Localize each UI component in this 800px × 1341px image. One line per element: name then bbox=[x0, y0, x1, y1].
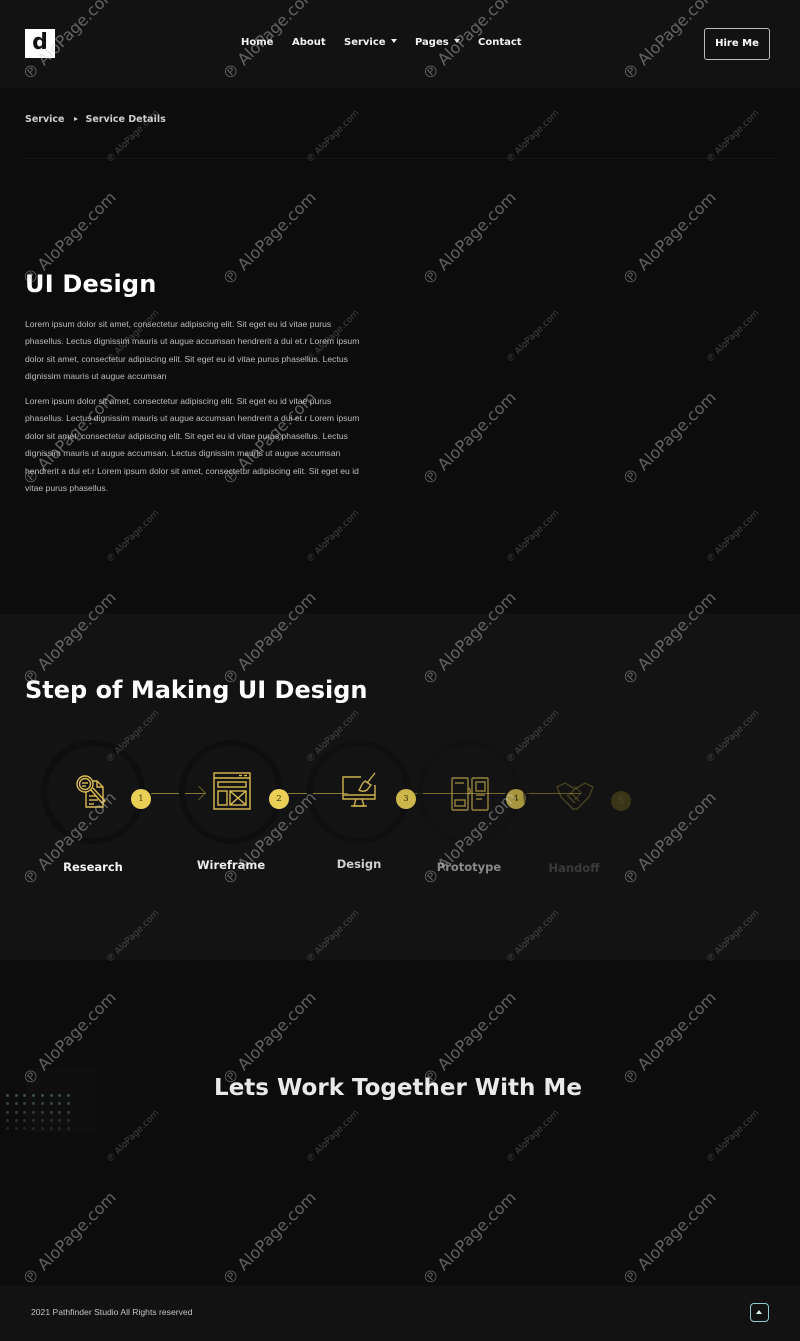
hire-me-button[interactable]: Hire Me bbox=[704, 28, 770, 60]
step-number-badge: 2 bbox=[269, 789, 289, 809]
decorative-dot bbox=[49, 1102, 53, 1106]
decorative-dot bbox=[23, 1102, 27, 1106]
wireframe-layout-icon bbox=[213, 772, 251, 810]
step-number-badge: 5 bbox=[611, 791, 631, 811]
decorative-dot bbox=[6, 1110, 9, 1114]
chevron-down-icon bbox=[453, 39, 460, 43]
decorative-dot bbox=[66, 1102, 70, 1106]
back-to-top-button[interactable] bbox=[750, 1303, 769, 1322]
copyright-text: 2021 Pathfinder Studio All Rights reserv… bbox=[31, 1307, 193, 1317]
decorative-dot bbox=[32, 1102, 36, 1106]
breadcrumb: Service Service Details bbox=[25, 114, 166, 125]
logo[interactable]: d bbox=[25, 29, 55, 58]
steps-title: Step of Making UI Design bbox=[25, 676, 368, 704]
decorative-dot bbox=[58, 1127, 62, 1131]
step-number-badge: 3 bbox=[396, 789, 416, 809]
decorative-dot bbox=[14, 1110, 18, 1114]
research-document-magnifier-icon bbox=[76, 775, 107, 808]
nav-contact-label: Contact bbox=[478, 37, 522, 48]
handshake-icon bbox=[556, 782, 594, 810]
site-footer: 2021 Pathfinder Studio All Rights reserv… bbox=[0, 1286, 800, 1341]
breadcrumb-divider bbox=[25, 158, 775, 159]
monitor-paintbrush-icon bbox=[342, 772, 376, 807]
nav-home[interactable]: Home bbox=[241, 37, 273, 48]
decorative-dot bbox=[32, 1127, 36, 1131]
decorative-dot bbox=[14, 1118, 18, 1122]
decorative-dot bbox=[14, 1127, 18, 1131]
decorative-dot bbox=[49, 1118, 53, 1122]
decorative-dot bbox=[23, 1118, 27, 1122]
decorative-dot bbox=[58, 1110, 62, 1114]
decorative-dot bbox=[49, 1127, 53, 1131]
arrow-up-icon bbox=[756, 1310, 762, 1314]
nav-about[interactable]: About bbox=[292, 37, 326, 48]
nav-contact[interactable]: Contact bbox=[478, 37, 522, 48]
service-paragraph: Lorem ipsum dolor sit amet, consectetur … bbox=[25, 396, 360, 494]
nav-service-label: Service bbox=[344, 37, 386, 48]
breadcrumb-service[interactable]: Service bbox=[25, 114, 65, 125]
step-label: Wireframe bbox=[196, 858, 266, 872]
decorative-dot bbox=[66, 1118, 70, 1122]
nav-home-label: Home bbox=[241, 37, 274, 48]
decorative-dot bbox=[40, 1102, 44, 1106]
decorative-dot bbox=[6, 1118, 9, 1122]
nav-service[interactable]: Service bbox=[344, 37, 397, 48]
decorative-dot bbox=[14, 1102, 18, 1106]
nav-pages[interactable]: Pages bbox=[415, 37, 460, 48]
decorative-dot bbox=[23, 1110, 27, 1114]
decorative-dot bbox=[23, 1127, 27, 1131]
decorative-dot bbox=[66, 1127, 70, 1131]
decorative-dot bbox=[32, 1118, 36, 1122]
service-details-section: Service Service Details UI Design Lorem i… bbox=[0, 88, 800, 614]
step-label: Design bbox=[336, 857, 382, 871]
decorative-dot bbox=[40, 1110, 44, 1114]
step-label: Research bbox=[63, 860, 123, 874]
decorative-dot bbox=[6, 1102, 9, 1106]
nav-about-label: About bbox=[292, 37, 326, 48]
step-label: Handoff bbox=[548, 861, 600, 875]
decorative-dot bbox=[58, 1102, 62, 1106]
steps-section: Step of Making UI Design 1 Research 2 Wi… bbox=[0, 614, 800, 960]
decorative-dot bbox=[66, 1110, 70, 1114]
decorative-dot bbox=[49, 1110, 53, 1114]
chevron-down-icon bbox=[390, 39, 397, 43]
step-number-badge: 1 bbox=[131, 789, 151, 809]
decorative-dot bbox=[40, 1118, 44, 1122]
cta-section: Lets Work Together With Me bbox=[0, 960, 800, 1286]
decorative-dot bbox=[40, 1127, 44, 1131]
nav-pages-label: Pages bbox=[415, 37, 449, 48]
decorative-dot bbox=[58, 1118, 62, 1122]
breadcrumb-current: Service Details bbox=[85, 114, 166, 125]
service-paragraph: Lorem ipsum dolor sit amet, consectetur … bbox=[25, 319, 360, 382]
decorative-dot bbox=[32, 1110, 36, 1114]
page-title: UI Design bbox=[25, 270, 157, 298]
breadcrumb-separator-icon bbox=[73, 117, 78, 121]
site-header: d Home About Service Pages Contact Hire … bbox=[0, 0, 800, 88]
prototype-screens-icon bbox=[451, 777, 489, 811]
decorative-dot bbox=[6, 1127, 9, 1131]
cta-title: Lets Work Together With Me bbox=[214, 1075, 582, 1101]
step-label: Prototype bbox=[436, 860, 502, 874]
